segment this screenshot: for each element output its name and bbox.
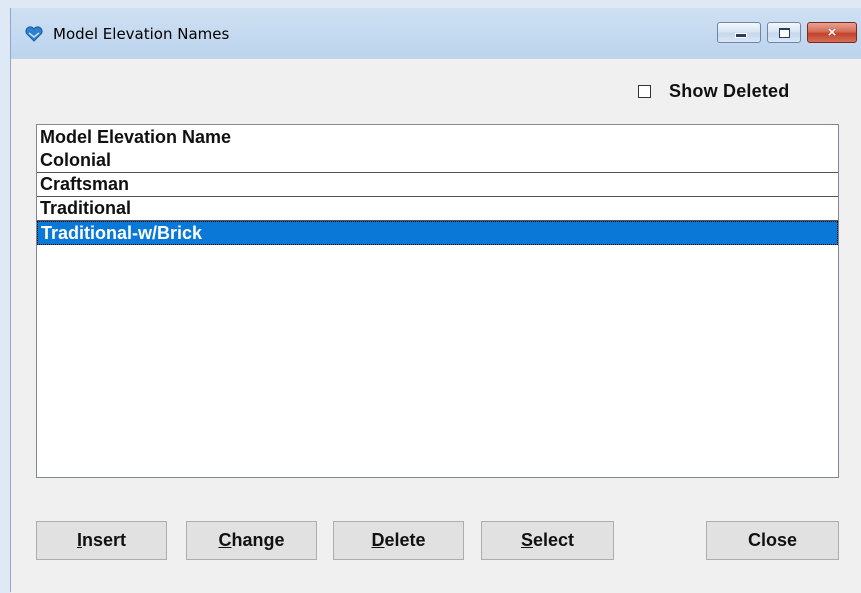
elevation-names-list[interactable]: Model Elevation Name Colonial Craftsman … xyxy=(36,124,839,478)
minimize-button[interactable] xyxy=(717,22,761,43)
show-deleted-label[interactable]: Show Deleted xyxy=(669,81,789,102)
dialog-client-area: Show Deleted Model Elevation Name Coloni… xyxy=(11,58,861,593)
change-button[interactable]: Change xyxy=(186,521,317,560)
close-icon: × xyxy=(827,24,837,41)
select-mnemonic: S xyxy=(520,530,533,550)
select-label: elect xyxy=(532,530,575,550)
list-item[interactable]: Traditional xyxy=(37,197,838,221)
close-label: Close xyxy=(747,530,798,550)
delete-label: elete xyxy=(384,530,426,550)
close-button[interactable]: Close xyxy=(706,521,839,560)
window-title: Model Elevation Names xyxy=(53,25,230,43)
show-deleted-checkbox[interactable] xyxy=(638,84,651,98)
list-column-header: Model Elevation Name xyxy=(40,127,232,147)
change-label: hange xyxy=(231,530,285,550)
maximize-icon xyxy=(779,28,790,38)
minimize-icon xyxy=(735,33,747,38)
list-item[interactable]: Colonial xyxy=(37,149,838,173)
insert-button[interactable]: Insert xyxy=(36,521,167,560)
list-item[interactable]: Craftsman xyxy=(37,173,838,197)
title-bar[interactable]: Model Elevation Names × xyxy=(11,8,861,58)
delete-mnemonic: D xyxy=(371,530,385,550)
maximize-button[interactable] xyxy=(767,22,801,43)
select-button[interactable]: Select xyxy=(481,521,614,560)
delete-button[interactable]: Delete xyxy=(333,521,464,560)
dialog-window: Model Elevation Names × Show Deleted Mod… xyxy=(10,8,861,593)
insert-label: nsert xyxy=(82,530,127,550)
change-mnemonic: C xyxy=(218,530,232,550)
show-deleted-checkbox-row[interactable]: Show Deleted xyxy=(638,81,789,102)
app-icon xyxy=(25,26,43,42)
list-item-selected[interactable]: Traditional-w/Brick xyxy=(37,221,838,245)
close-window-button[interactable]: × xyxy=(807,22,857,43)
